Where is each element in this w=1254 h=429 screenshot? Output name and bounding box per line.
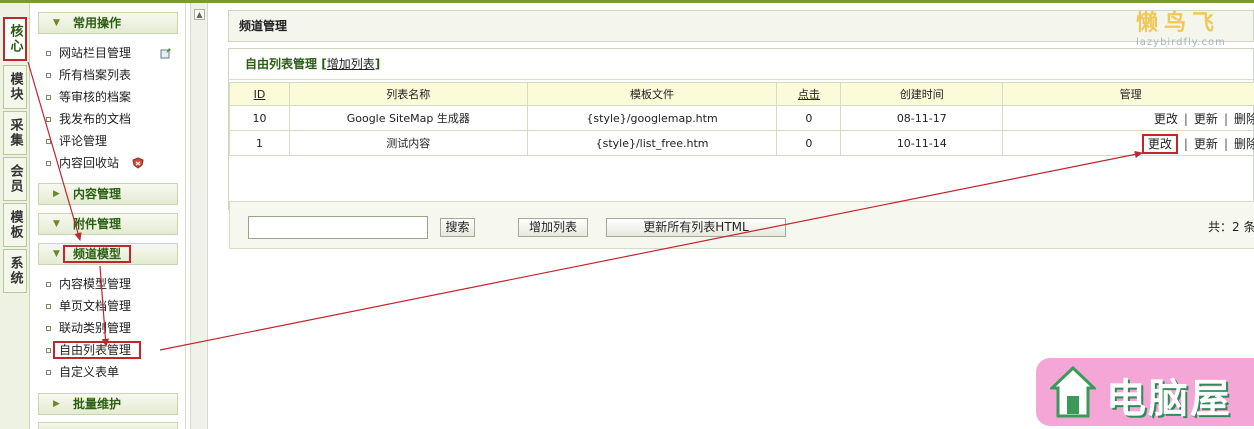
section-attach-mgmt[interactable]: ▼ 附件管理 xyxy=(38,213,178,235)
search-input[interactable] xyxy=(248,216,428,239)
chevron-right-icon: ▶ xyxy=(53,399,60,409)
bullet-icon xyxy=(46,95,51,100)
tab-system[interactable]: 系统 xyxy=(3,249,27,293)
bullet-icon xyxy=(46,304,51,309)
col-created: 创建时间 xyxy=(840,82,1004,106)
col-name: 列表名称 xyxy=(288,82,528,106)
tab-core[interactable]: 核心 xyxy=(3,17,27,61)
sidebar-item-pending-archives[interactable]: 等审核的档案 xyxy=(46,88,131,106)
sidebar-item-recycle-bin[interactable]: 内容回收站 xyxy=(46,154,144,172)
add-list-button[interactable]: 增加列表 xyxy=(518,218,588,237)
house-icon xyxy=(1050,366,1096,418)
panel-header: 自由列表管理 [增加列表] xyxy=(229,49,1253,80)
sidebar-item-free-list[interactable]: 自由列表管理 xyxy=(46,341,142,359)
bullet-icon xyxy=(46,326,51,331)
update-link[interactable]: 更新 xyxy=(1194,112,1218,126)
chevron-down-icon: ▼ xyxy=(53,219,60,229)
delete-link[interactable]: 删除 xyxy=(1234,137,1254,151)
delete-link[interactable]: 删除 xyxy=(1234,112,1254,126)
free-list-panel: 自由列表管理 [增加列表] ID 列表名称 模板文件 点击 创建时间 管理 10… xyxy=(228,48,1254,249)
sidebar-item-content-model[interactable]: 内容模型管理 xyxy=(46,275,131,293)
vertical-tabs: 核心 模块 采集 会员 模板 系统 xyxy=(0,3,30,429)
bullet-icon xyxy=(46,282,51,287)
bullet-icon xyxy=(46,139,51,144)
sidebar-item-comments[interactable]: 评论管理 xyxy=(46,132,107,150)
update-all-button[interactable]: 更新所有列表HTML xyxy=(606,218,786,237)
bullet-icon xyxy=(46,73,51,78)
chevron-down-icon: ▼ xyxy=(53,18,60,28)
tab-member[interactable]: 会员 xyxy=(3,157,27,201)
watermark-badge: 电脑屋 xyxy=(1036,358,1254,426)
tab-template[interactable]: 模板 xyxy=(3,203,27,247)
table-row: 1 测试内容 {style}/list_free.htm 0 10-11-14 … xyxy=(229,130,1254,156)
section-common-ops[interactable]: ▼ 常用操作 xyxy=(38,12,178,34)
edit-link[interactable]: 更改 xyxy=(1141,133,1178,154)
edit-link[interactable]: 更改 xyxy=(1154,112,1178,126)
row-actions: 更改 | 更新 | 删除 xyxy=(1002,130,1254,156)
sidebar-item-linkage-category[interactable]: 联动类别管理 xyxy=(46,319,131,337)
sidebar-item-column-mgmt[interactable]: 网站栏目管理 xyxy=(46,44,171,62)
tab-collect[interactable]: 采集 xyxy=(3,111,27,155)
add-icon[interactable] xyxy=(160,47,172,59)
update-link[interactable]: 更新 xyxy=(1194,137,1218,151)
bullet-icon xyxy=(46,161,51,166)
frame-scrollbar[interactable]: ▲ xyxy=(190,3,208,429)
sidebar-item-single-page[interactable]: 单页文档管理 xyxy=(46,297,131,315)
sidebar-item-custom-form[interactable]: 自定义表单 xyxy=(46,363,119,381)
chevron-down-icon: ▼ xyxy=(53,249,60,259)
table-row: 10 Google SiteMap 生成器 {style}/googlemap.… xyxy=(229,105,1254,131)
list-toolbar: 搜索 增加列表 更新所有列表HTML 共：2 条 xyxy=(229,201,1254,249)
scroll-up-icon[interactable]: ▲ xyxy=(194,9,205,20)
watermark-text: 电脑屋 xyxy=(1106,375,1232,422)
site-logo: 懒鸟飞 lazybirdfly.com xyxy=(1136,11,1226,48)
bullet-icon xyxy=(46,51,51,56)
bullet-icon xyxy=(46,117,51,122)
col-manage: 管理 xyxy=(1002,82,1254,106)
bullet-icon xyxy=(46,370,51,375)
tab-module[interactable]: 模块 xyxy=(3,65,27,109)
add-list-link[interactable]: 增加列表 xyxy=(327,57,375,71)
total-count: 共：2 条 xyxy=(1208,220,1254,234)
row-actions: 更改 | 更新 | 删除 xyxy=(1002,105,1254,131)
bullet-icon xyxy=(46,348,51,353)
list-table: ID 列表名称 模板文件 点击 创建时间 管理 10 Google SiteMa… xyxy=(229,82,1254,156)
search-button[interactable]: 搜索 xyxy=(440,218,475,237)
top-border xyxy=(0,0,1254,3)
sidebar-item-my-docs[interactable]: 我发布的文档 xyxy=(46,110,131,128)
chevron-right-icon: ▶ xyxy=(53,189,60,199)
col-id[interactable]: ID xyxy=(229,82,290,106)
col-clicks[interactable]: 点击 xyxy=(776,82,842,106)
sidebar: ▼ 常用操作 网站栏目管理 所有档案列表 等审核的档案 我发布的文档 评论管理 … xyxy=(30,3,186,429)
section-batch-maint[interactable]: ▶ 批量维护 xyxy=(38,393,178,415)
section-next[interactable] xyxy=(38,422,178,429)
section-content-mgmt[interactable]: ▶ 内容管理 xyxy=(38,183,178,205)
section-channel-model[interactable]: ▼ 频道模型 xyxy=(38,243,178,265)
sidebar-item-all-archives[interactable]: 所有档案列表 xyxy=(46,66,131,84)
page-title: 频道管理 xyxy=(228,10,1254,42)
col-template: 模板文件 xyxy=(526,82,778,106)
table-header-row: ID 列表名称 模板文件 点击 创建时间 管理 xyxy=(229,82,1254,106)
shield-icon[interactable] xyxy=(132,157,144,169)
